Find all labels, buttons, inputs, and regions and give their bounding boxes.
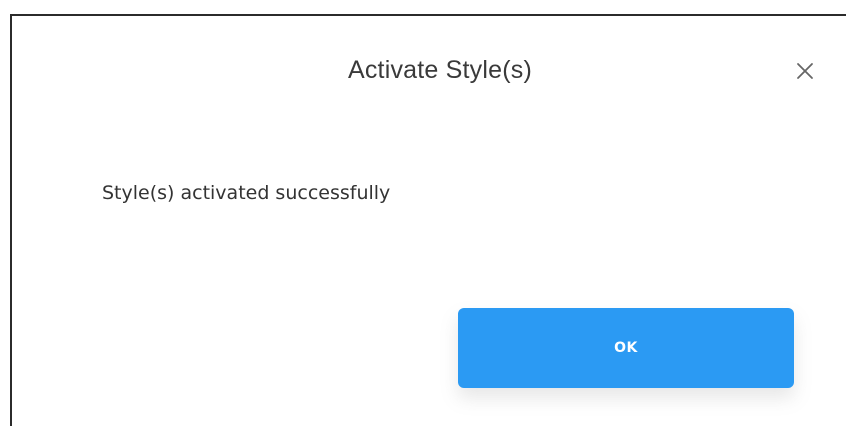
close-icon[interactable]: [794, 60, 816, 82]
success-message: Style(s) activated successfully: [102, 182, 391, 204]
dialog-title: Activate Style(s): [347, 56, 532, 84]
close-icon-graphic: [797, 63, 813, 79]
ok-button[interactable]: OK: [458, 308, 794, 388]
screen: Activate Style(s) Style(s) activated suc…: [0, 0, 846, 426]
activate-style-dialog: Activate Style(s) Style(s) activated suc…: [10, 14, 846, 426]
